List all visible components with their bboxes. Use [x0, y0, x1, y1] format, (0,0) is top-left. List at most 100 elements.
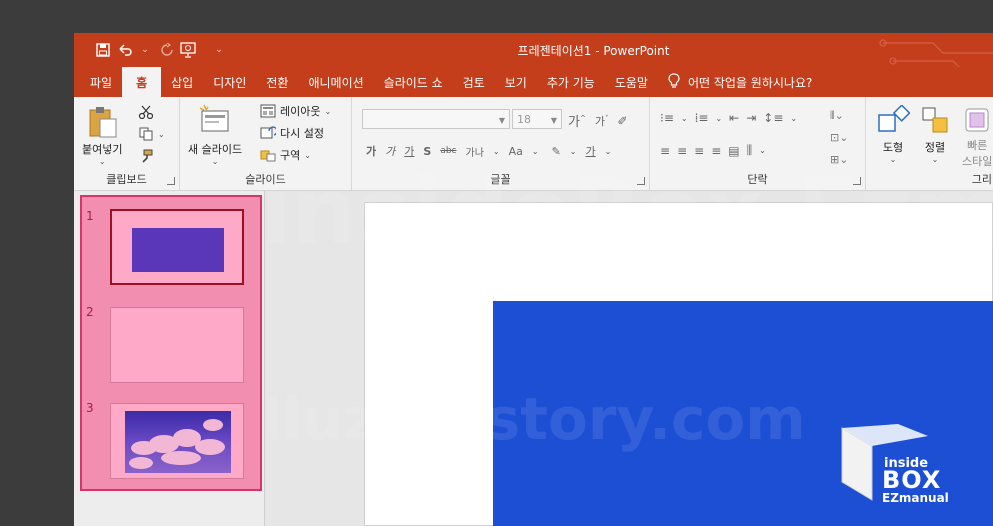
quick-styles-label: 빠른	[967, 139, 988, 152]
reset-button[interactable]: 다시 설정	[260, 125, 324, 141]
grow-font-icon[interactable]: 가^	[568, 111, 586, 130]
bullets-dropdown-icon[interactable]: ⌄	[681, 114, 688, 123]
new-slide-dropdown-icon: ⌄	[211, 157, 219, 166]
font-size-dropdown-icon: ▼	[550, 116, 557, 125]
section-button[interactable]: 구역 ⌄	[260, 147, 311, 163]
change-case-dropdown-icon[interactable]: ⌄	[532, 147, 539, 156]
font-color-icon[interactable]: 가	[586, 143, 596, 159]
shrink-font-icon[interactable]: 가˅	[595, 113, 609, 129]
reset-icon	[260, 126, 276, 139]
slide-number: 1	[86, 209, 94, 223]
align-left-icon[interactable]: ≡	[660, 144, 670, 158]
cut-button[interactable]	[138, 105, 154, 119]
font-size-combo[interactable]: 18 ▼	[512, 109, 562, 129]
thumbnail-shape	[132, 228, 224, 272]
tab-file[interactable]: 파일	[80, 67, 122, 97]
font-name-combo[interactable]: ▼	[362, 109, 510, 129]
section-icon	[260, 150, 276, 162]
clipboard-launcher-icon[interactable]	[167, 177, 175, 185]
tab-animations[interactable]: 애니메이션	[298, 67, 373, 97]
numbering-icon[interactable]: ⁞≡	[695, 111, 709, 125]
paragraph-group-label: 단락	[747, 173, 768, 186]
align-center-icon[interactable]: ≡	[677, 144, 687, 158]
shadow-button[interactable]: S	[423, 145, 431, 158]
tab-help[interactable]: 도움말	[605, 67, 658, 97]
justify-icon[interactable]: ≡	[711, 144, 721, 158]
highlight-color-icon[interactable]: ✎	[552, 145, 561, 158]
align-right-icon[interactable]: ≡	[694, 144, 704, 158]
paste-button[interactable]: 붙여넣기 ⌄	[82, 105, 122, 166]
section-dropdown-icon: ⌄	[304, 150, 311, 160]
slide-thumbnail-1[interactable]	[110, 209, 244, 285]
lightbulb-icon	[668, 72, 680, 92]
increase-indent-icon[interactable]: ⇥	[746, 111, 756, 125]
tab-review[interactable]: 검토	[453, 67, 495, 97]
logo-line2: BOX	[882, 466, 942, 494]
layout-dropdown-icon: ⌄	[324, 106, 332, 116]
tab-home[interactable]: 홈	[122, 67, 162, 97]
character-spacing-dropdown-icon[interactable]: ⌄	[493, 147, 500, 156]
drawing-group: 도형 ⌄ 정렬 ⌄ 빠른 스타일 그리	[866, 97, 993, 191]
copy-dropdown-icon: ⌄	[158, 129, 165, 139]
tab-transitions[interactable]: 전환	[256, 67, 298, 97]
format-painter-button[interactable]	[138, 149, 154, 163]
paste-icon	[89, 107, 117, 138]
arrange-button[interactable]: 정렬 ⌄	[920, 105, 950, 164]
clipboard-group: 붙여넣기 ⌄ ⌄ 클립보드	[74, 97, 180, 191]
numbering-dropdown-icon[interactable]: ⌄	[715, 114, 722, 123]
tab-insert[interactable]: 삽입	[161, 67, 203, 97]
font-group-label: 글꼴	[490, 173, 511, 186]
shapes-dropdown-icon: ⌄	[889, 155, 897, 164]
layout-button[interactable]: 레이아웃 ⌄	[260, 103, 331, 119]
columns-icon[interactable]: ⫼	[747, 143, 753, 158]
font-color-dropdown-icon[interactable]: ⌄	[605, 147, 612, 156]
distributed-icon[interactable]: ▤	[728, 144, 739, 158]
quick-styles-button[interactable]: 빠른 스타일	[962, 105, 992, 169]
underline-button[interactable]: 가	[404, 143, 414, 159]
slides-group: 새 슬라이드 ⌄ 레이아웃 ⌄ 다시 설정 구역 ⌄ 슬라이드	[180, 97, 352, 191]
italic-button[interactable]: 가	[385, 143, 395, 159]
tab-addins[interactable]: 추가 기능	[537, 67, 605, 97]
font-group: ▼ 18 ▼ 가^ 가˅ ✐ 가 가 가 S abc 가나 ⌄ Aa ⌄ ✎ ⌄…	[352, 97, 650, 191]
slide-thumbnail-2[interactable]	[110, 307, 244, 383]
window-title: 프레젠테이션1 - PowerPoint	[517, 44, 670, 58]
paragraph-launcher-icon[interactable]	[853, 177, 861, 185]
strikethrough-button[interactable]: abc	[440, 146, 456, 156]
reset-label: 다시 설정	[280, 127, 324, 140]
align-text-icon[interactable]: ⊡⌄	[830, 127, 848, 149]
quick-styles-icon	[965, 108, 989, 132]
new-slide-button[interactable]: 새 슬라이드 ⌄	[188, 105, 242, 166]
copy-button[interactable]: ⌄	[138, 127, 165, 141]
tab-slideshow[interactable]: 슬라이드 쇼	[374, 67, 453, 97]
sky-cloud-image	[125, 411, 231, 473]
shapes-icon	[878, 105, 910, 132]
arrange-label: 정렬	[924, 141, 946, 154]
tab-design[interactable]: 디자인	[203, 67, 256, 97]
text-direction-icon[interactable]: ⫴⌄	[830, 105, 848, 127]
new-slide-icon	[199, 105, 229, 132]
character-spacing-button[interactable]: 가나	[466, 144, 484, 159]
ribbon-tabs: 파일 홈 삽입 디자인 전환 애니메이션 슬라이드 쇼 검토 보기 추가 기능 …	[74, 67, 993, 97]
font-launcher-icon[interactable]	[637, 177, 645, 185]
tell-me-box[interactable]: 어떤 작업을 원하시나요?	[658, 67, 812, 97]
layout-label: 레이아웃	[280, 105, 321, 118]
decrease-indent-icon[interactable]: ⇤	[729, 111, 739, 125]
line-spacing-icon[interactable]: ↕≡	[763, 111, 783, 125]
slide-number: 3	[86, 401, 94, 415]
bullets-icon[interactable]: ⁝≡	[660, 111, 674, 125]
slide-thumbnail-3[interactable]	[110, 403, 244, 479]
columns-dropdown-icon[interactable]: ⌄	[759, 146, 766, 155]
section-label: 구역	[280, 149, 301, 162]
bold-button[interactable]: 가	[366, 143, 376, 159]
highlight-dropdown-icon[interactable]: ⌄	[570, 147, 577, 156]
shapes-button[interactable]: 도형 ⌄	[876, 105, 910, 164]
new-slide-label: 새 슬라이드	[188, 143, 243, 156]
line-spacing-dropdown-icon[interactable]: ⌄	[790, 114, 797, 123]
tab-view[interactable]: 보기	[495, 67, 537, 97]
change-case-button[interactable]: Aa	[509, 145, 523, 158]
smartart-icon[interactable]: ⊞⌄	[830, 149, 848, 171]
clear-formatting-icon[interactable]: ✐	[617, 114, 627, 128]
layout-icon	[260, 104, 276, 118]
arrange-icon	[922, 107, 948, 133]
tell-me-text: 어떤 작업을 원하시나요?	[687, 75, 813, 90]
